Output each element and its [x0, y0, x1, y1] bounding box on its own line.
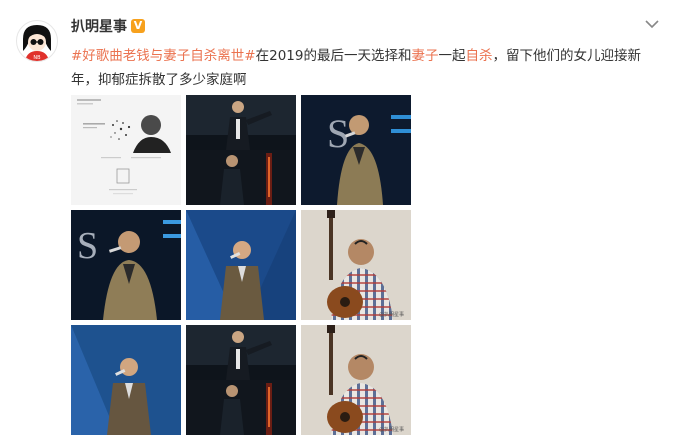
guitar-portrait-image-icon: @扒明星事 [301, 210, 411, 320]
post-text-part2: 一起 [438, 48, 466, 64]
stage-spotlight-image-icon [71, 325, 181, 435]
author-name-row[interactable]: 扒明星事 V [71, 16, 145, 36]
image-thumbnail-7[interactable] [71, 325, 181, 435]
avatar-badge-text: NB [33, 55, 41, 61]
keyword-link[interactable]: 自杀 [465, 48, 492, 64]
guitar-portrait-image-icon: @扒明星事 [301, 325, 411, 435]
stage-spotlight-image-icon [186, 210, 296, 320]
image-watermark: @扒明星事 [379, 311, 404, 318]
image-thumbnail-8[interactable] [186, 325, 296, 435]
poster-image-icon [71, 95, 181, 205]
hashtag-link[interactable]: #好歌曲老钱与妻子自杀离世# [71, 48, 256, 64]
image-thumbnail-6[interactable]: @扒明星事 [301, 210, 411, 320]
cartoon-girl-avatar-icon: NB [23, 25, 51, 61]
singing-on-stage-image-icon: S [71, 210, 181, 320]
svg-text:S: S [327, 111, 349, 156]
singing-on-stage-image-icon: S [301, 95, 411, 205]
svg-text:S: S [77, 225, 98, 267]
stage-performance-image-icon [186, 325, 296, 435]
stage-performance-image-icon [186, 95, 296, 205]
image-watermark: @扒明星事 [379, 426, 404, 433]
image-thumbnail-1[interactable] [71, 95, 181, 205]
verified-badge-icon: V [131, 19, 145, 33]
author-avatar[interactable]: NB [16, 20, 58, 62]
post-text-part1: 在2019的最后一天选择和 [255, 48, 412, 64]
image-grid: S S @扒明星事 @扒明星事 [71, 95, 411, 435]
image-thumbnail-4[interactable]: S [71, 210, 181, 320]
author-name[interactable]: 扒明星事 [71, 16, 127, 36]
image-thumbnail-2[interactable] [186, 95, 296, 205]
mention-link[interactable]: 妻子 [411, 48, 438, 64]
image-thumbnail-9[interactable]: @扒明星事 [301, 325, 411, 435]
post-text: #好歌曲老钱与妻子自杀离世#在2019的最后一天选择和妻子一起自杀，留下他们的女… [71, 44, 651, 92]
image-thumbnail-3[interactable]: S [301, 95, 411, 205]
image-thumbnail-5[interactable] [186, 210, 296, 320]
chevron-down-icon[interactable] [643, 16, 661, 30]
